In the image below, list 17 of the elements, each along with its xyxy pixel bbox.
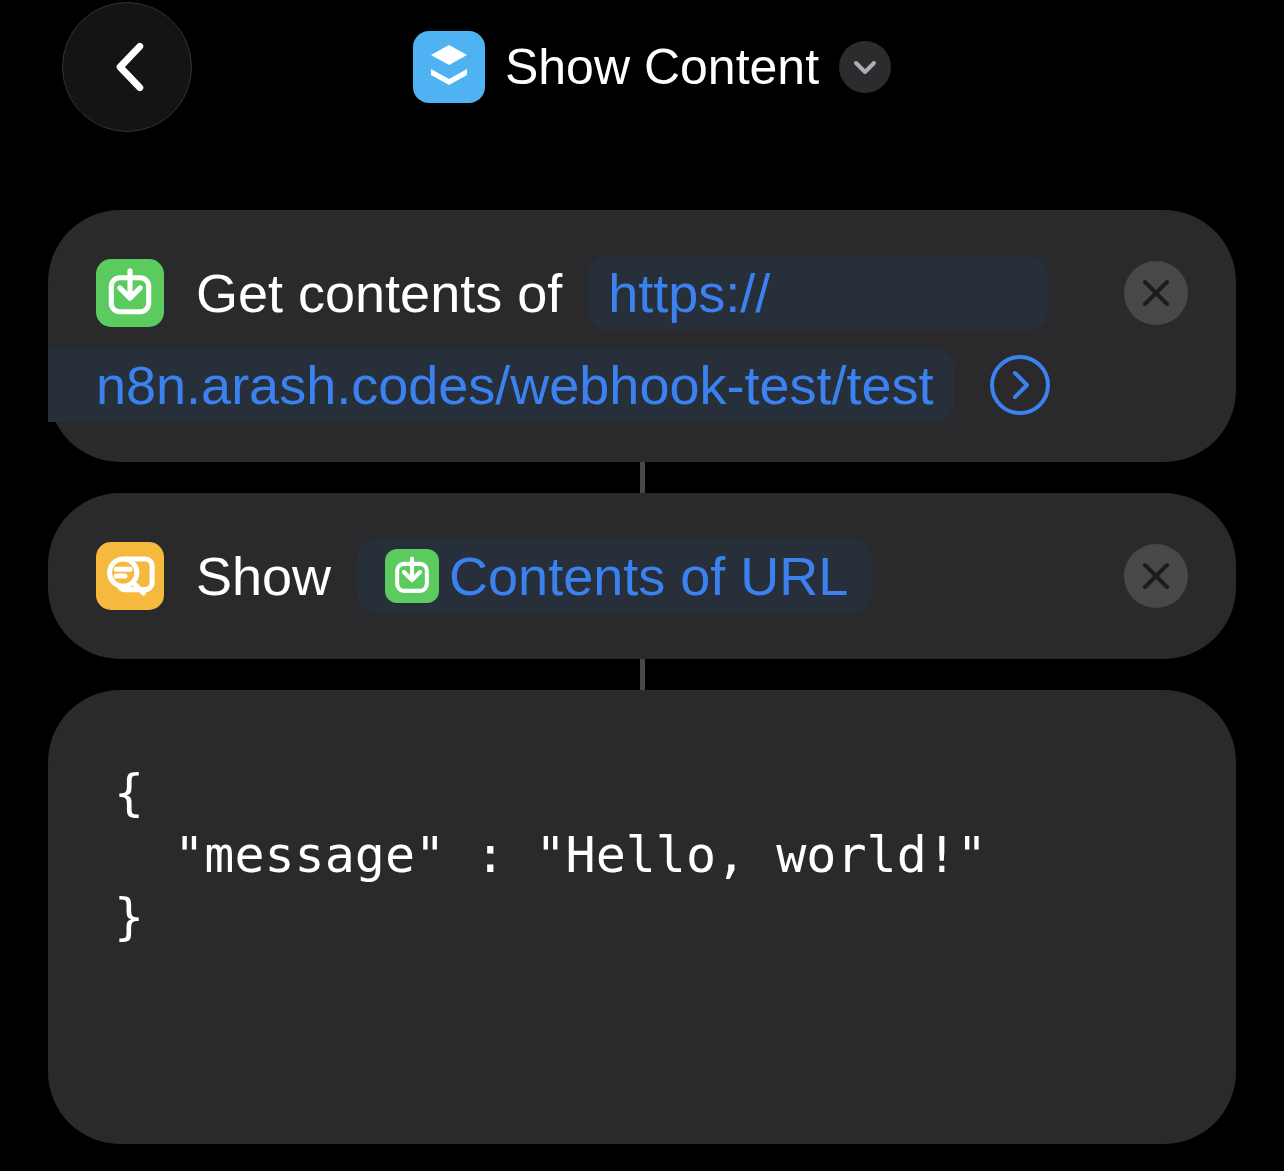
action-label: Show xyxy=(196,545,332,607)
chevron-right-circle-icon[interactable] xyxy=(987,353,1052,417)
chevron-down-icon[interactable] xyxy=(839,41,892,93)
url-token[interactable]: https:// xyxy=(588,256,1049,330)
shortcut-title: Show Content xyxy=(504,38,820,96)
variable-token[interactable]: Contents of URL xyxy=(357,539,873,613)
chevron-left-icon xyxy=(116,42,144,92)
layers-icon xyxy=(412,31,485,103)
variable-label: Contents of URL xyxy=(449,545,849,607)
close-icon xyxy=(1143,563,1169,589)
download-icon xyxy=(385,549,440,603)
json-output: { "message" : "Hello, world!" } xyxy=(114,763,988,948)
close-icon xyxy=(1143,280,1169,306)
action-label: Get contents of xyxy=(196,262,563,324)
message-icon xyxy=(96,542,164,610)
download-icon xyxy=(96,259,164,327)
url-token[interactable]: n8n.arash.codes/webhook-test/test xyxy=(48,348,954,422)
